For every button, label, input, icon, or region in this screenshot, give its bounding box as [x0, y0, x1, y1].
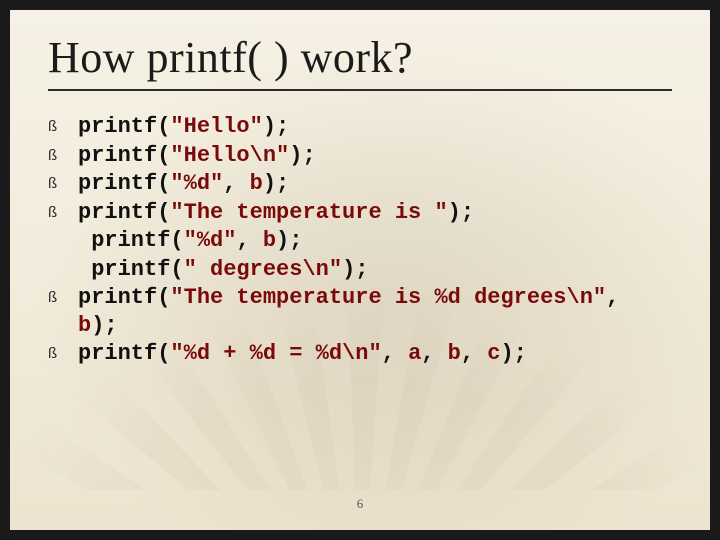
bullet-icon: ß — [48, 340, 78, 364]
bullet-icon — [48, 256, 78, 261]
code-line: ßprintf("Hello"); — [48, 113, 672, 141]
code-line: ßprintf("The temperature is "); — [48, 199, 672, 227]
slide-title: How printf( ) work? — [48, 32, 672, 91]
code-text: printf("Hello"); — [78, 113, 672, 141]
code-text: printf("%d", b); — [78, 227, 672, 255]
code-text: printf("The temperature is %d degrees\n"… — [78, 284, 672, 339]
bullet-icon: ß — [48, 284, 78, 308]
page-number: 6 — [10, 496, 710, 512]
code-text: printf("%d + %d = %d\n", a, b, c); — [78, 340, 672, 368]
code-line: ßprintf("%d", b); — [48, 170, 672, 198]
code-text: printf("The temperature is "); — [78, 199, 672, 227]
bullet-icon — [48, 227, 78, 232]
code-line: ßprintf("The temperature is %d degrees\n… — [48, 284, 672, 339]
code-text: printf("%d", b); — [78, 170, 672, 198]
slide: How printf( ) work? ßprintf("Hello");ßpr… — [10, 10, 710, 530]
code-list: ßprintf("Hello");ßprintf("Hello\n");ßpri… — [48, 113, 672, 368]
code-text: printf(" degrees\n"); — [78, 256, 672, 284]
code-line: printf("%d", b); — [48, 227, 672, 255]
bullet-icon: ß — [48, 170, 78, 194]
code-line: ßprintf("%d + %d = %d\n", a, b, c); — [48, 340, 672, 368]
code-line: printf(" degrees\n"); — [48, 256, 672, 284]
bullet-icon: ß — [48, 199, 78, 223]
code-line: ßprintf("Hello\n"); — [48, 142, 672, 170]
code-text: printf("Hello\n"); — [78, 142, 672, 170]
bullet-icon: ß — [48, 113, 78, 137]
bullet-icon: ß — [48, 142, 78, 166]
